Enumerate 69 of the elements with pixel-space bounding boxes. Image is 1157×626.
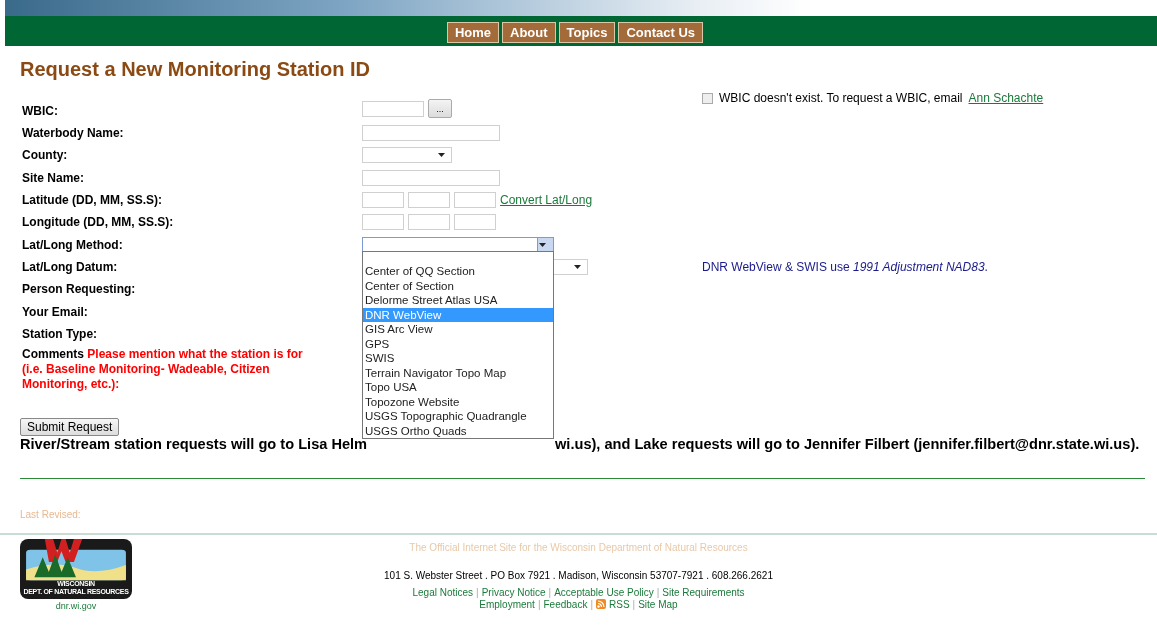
wbic-field[interactable] — [362, 100, 424, 117]
submit-button[interactable]: Submit Request — [20, 417, 120, 436]
link-separator: | — [632, 598, 636, 610]
field-label: Waterbody Name: — [22, 126, 125, 141]
dropdown-option[interactable]: GPS — [363, 337, 553, 352]
convert-link[interactable]: Convert Lat/Long — [500, 193, 593, 208]
lookup-button[interactable]: ... — [428, 99, 452, 118]
wbic-note: WBIC doesn't exist. To request a WBIC, email — [719, 91, 963, 105]
footer-link[interactable]: Site Requirements — [662, 586, 745, 598]
dropdown-option[interactable]: Terrain Navigator Topo Map — [363, 366, 553, 381]
nav-button[interactable]: About — [502, 22, 556, 43]
field-label: Lat/Long Datum: — [22, 259, 119, 274]
dropdown-option[interactable]: USGS Topographic Quadrangle — [363, 409, 553, 424]
dropdown-arrow-icon — [539, 242, 546, 247]
dropdown-option[interactable]: Delorme Street Atlas USA — [363, 293, 553, 308]
link-separator: | — [548, 586, 552, 598]
field-label: Person Requesting: — [22, 282, 137, 297]
field-label: County: — [22, 148, 69, 163]
footer-link[interactable]: Feedback — [543, 598, 588, 610]
footer-link[interactable]: Site Map — [638, 598, 678, 610]
field-label: WBIC: — [22, 102, 59, 118]
comments-label: Comments Please mention what the station is for (i.e. Baseline Monitoring- Wadeable, Citizen Monitoring, etc.): — [22, 345, 304, 392]
field-label: Longitude (DD, MM, SS.S): — [22, 215, 175, 230]
link-separator: | — [537, 598, 541, 610]
routing-text: wi.us), and Lake requests will go to Jennifer Filbert (jennifer.filbert@dnr.state.wi.us). — [555, 435, 1141, 452]
footer-link[interactable]: RSS — [609, 598, 630, 610]
email-link[interactable]: Ann Schachte — [968, 91, 1044, 105]
dropdown-option[interactable]: Topozone Website — [363, 395, 553, 410]
official-site-text: The Official Internet Site for the Wisconsin Department of Natural Resources — [409, 541, 748, 553]
dropdown-option[interactable]: Topo USA — [363, 380, 553, 395]
coordinate-field[interactable] — [454, 192, 496, 209]
link-separator: | — [590, 598, 594, 610]
text-field[interactable] — [362, 169, 500, 186]
method-dropdown[interactable] — [362, 236, 554, 253]
link-separator: | — [656, 586, 660, 598]
coordinate-field[interactable] — [362, 192, 404, 209]
dropdown-option[interactable]: Center of Section — [363, 279, 553, 294]
field-label: Site Name: — [22, 170, 86, 185]
nav-button[interactable]: Home — [446, 22, 499, 43]
field-label: Latitude (DD, MM, SS.S): — [22, 193, 163, 208]
coordinate-field[interactable] — [408, 192, 450, 209]
dropdown-option[interactable]: Center of QQ Section — [363, 264, 553, 279]
site-link[interactable]: dnr.wi.gov — [55, 600, 97, 611]
address-text: 101 S. Webster Street . PO Box 7921 . Madison, Wisconsin 53707-7921 . 608.266.2621 — [384, 569, 773, 581]
dropdown-arrow-icon — [438, 153, 445, 158]
text-field[interactable] — [362, 125, 500, 142]
checkbox[interactable] — [702, 92, 713, 104]
link-separator: | — [476, 586, 479, 598]
rss-icon — [596, 598, 607, 609]
county-dropdown[interactable] — [362, 147, 452, 164]
footer-link[interactable]: Privacy Notice — [481, 586, 546, 598]
dropdown-option[interactable]: SWIS — [363, 351, 553, 366]
coordinate-field[interactable] — [454, 214, 496, 231]
footer-link[interactable]: Employment — [479, 598, 535, 610]
last-revised: Last Revised: — [20, 508, 82, 520]
nav-button[interactable]: Topics — [558, 22, 616, 43]
field-label: Lat/Long Method: — [22, 237, 124, 252]
coordinate-field[interactable] — [408, 214, 450, 231]
dropdown-option[interactable]: DNR WebView — [363, 308, 553, 323]
footer-link[interactable]: Legal Notices — [412, 586, 474, 598]
field-label: Your Email: — [22, 304, 89, 319]
coordinate-field[interactable] — [362, 214, 404, 231]
field-label: Station Type: — [22, 326, 99, 341]
datum-note: DNR WebView & SWIS use 1991 Adjustment NAD83. — [702, 259, 988, 274]
nav-button[interactable]: Contact Us — [618, 22, 704, 43]
footer-link[interactable]: Acceptable Use Policy — [554, 586, 654, 598]
dropdown-arrow-icon — [574, 264, 581, 269]
page-title: Request a New Monitoring Station ID — [20, 58, 371, 81]
dropdown-option[interactable]: GIS Arc View — [363, 322, 553, 337]
